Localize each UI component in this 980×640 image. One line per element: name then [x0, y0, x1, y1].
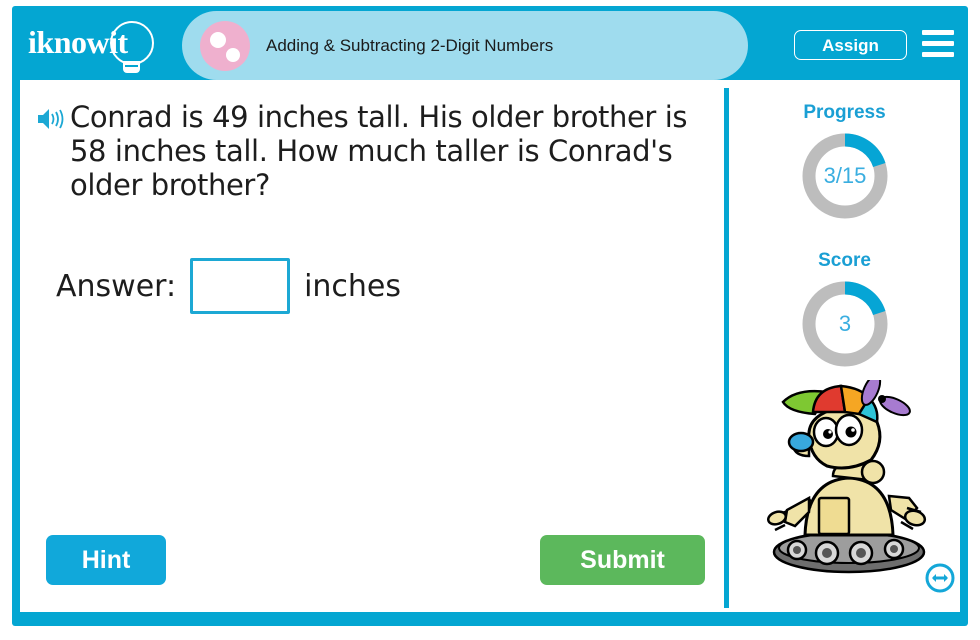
score-value: 3 [838, 311, 852, 336]
lightbulb-icon [110, 21, 154, 65]
content-panel: Conrad is 49 inches tall. His older brot… [20, 80, 960, 612]
dot-icon-large [210, 32, 226, 48]
assign-button[interactable]: Assign [794, 30, 907, 60]
hamburger-menu-icon[interactable] [922, 30, 954, 58]
brand-logo[interactable]: iknowit [26, 16, 176, 73]
menu-bar-1 [922, 30, 954, 35]
app-frame: iknowit Adding & Subtracting 2-Digit Num… [12, 6, 968, 626]
answer-unit-label: inches [304, 268, 402, 304]
progress-title: Progress [803, 102, 886, 123]
lightbulb-base-icon [123, 61, 140, 73]
progress-value: 3/15 [823, 163, 867, 188]
question-text: Conrad is 49 inches tall. His older brot… [70, 100, 688, 203]
menu-bar-2 [922, 41, 954, 46]
pink-dots-circle-icon [200, 21, 250, 71]
progress-gauge: 3/15 [799, 130, 891, 222]
answer-row: Answer: inches [56, 258, 401, 314]
page-title: Adding & Subtracting 2-Digit Numbers [266, 36, 554, 55]
speaker-audio-icon[interactable] [36, 106, 66, 132]
horizontal-resize-arrow-icon[interactable] [925, 563, 955, 593]
menu-bar-3 [922, 52, 954, 57]
dot-icon-small [226, 48, 240, 62]
status-sidebar: Progress 3/15 Score 3 [729, 80, 960, 612]
score-title: Score [818, 250, 871, 271]
hint-button[interactable]: Hint [46, 535, 166, 585]
robot-mascot-propeller-hat [766, 380, 927, 574]
app-header: iknowit Adding & Subtracting 2-Digit Num… [12, 6, 968, 80]
score-gauge: 3 [799, 278, 891, 370]
answer-label: Answer: [56, 268, 177, 304]
title-banner: Adding & Subtracting 2-Digit Numbers [182, 11, 748, 80]
submit-button[interactable]: Submit [540, 535, 705, 585]
answer-input[interactable] [190, 258, 291, 314]
